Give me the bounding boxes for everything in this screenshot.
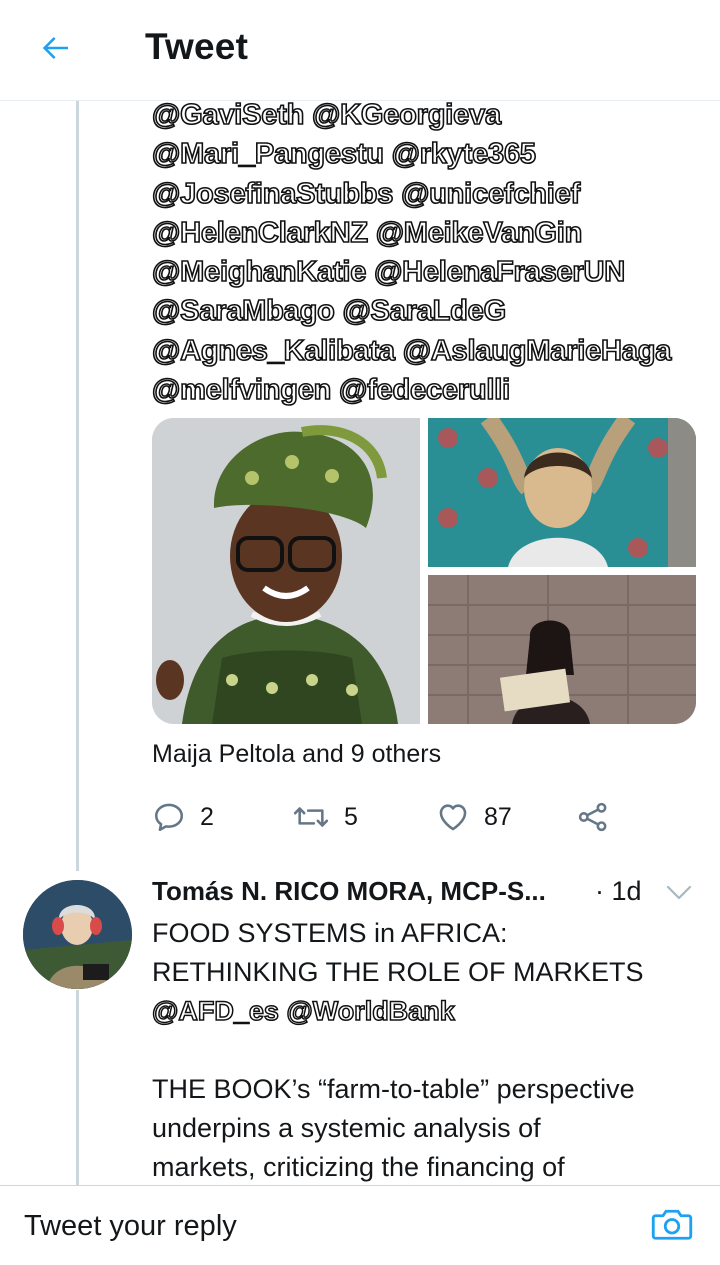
- page-title: Tweet: [145, 26, 249, 67]
- share-button[interactable]: [576, 795, 610, 839]
- reply-icon: [154, 803, 184, 832]
- liked-by-text[interactable]: Maija Peltola and 9 others: [152, 740, 441, 769]
- mention-line[interactable]: @SaraMbago @SaraLdeG: [151, 292, 712, 331]
- reply-button[interactable]: 2: [152, 795, 214, 839]
- mention-line[interactable]: @JosefinaStubbs @unicefchief: [151, 175, 712, 214]
- back-button[interactable]: [34, 26, 78, 70]
- thread-connector-line: [76, 101, 79, 871]
- reply-tweet-text: FOOD SYSTEMS in AFRICA: RETHINKING THE R…: [151, 914, 712, 1187]
- retweet-button[interactable]: 5: [292, 795, 358, 839]
- avatar[interactable]: [23, 880, 132, 989]
- text-line: THE BOOK’s “farm-to-table” perspective: [152, 1074, 635, 1104]
- mention-line[interactable]: @Agnes_Kalibata @AslaugMarieHaga: [151, 332, 712, 371]
- reply-composer: [0, 1185, 720, 1265]
- text-line: FOOD SYSTEMS in AFRICA:: [152, 918, 508, 948]
- reply-input[interactable]: [24, 1204, 584, 1248]
- retweet-icon: [293, 807, 329, 827]
- mention-line[interactable]: @Mari_Pangestu @rkyte365: [151, 135, 712, 174]
- photo-mural[interactable]: [428, 418, 696, 567]
- mention-line[interactable]: @GaviSeth @KGeorgieva: [151, 96, 712, 135]
- camera-icon: [651, 1209, 693, 1240]
- text-line: underpins a systemic analysis of: [152, 1113, 541, 1143]
- media-grid: [152, 418, 696, 724]
- mention-line[interactable]: @melfvingen @fedecerulli: [151, 371, 712, 410]
- camera-button[interactable]: [648, 1200, 696, 1248]
- retweet-count: 5: [344, 802, 358, 831]
- share-icon: [578, 802, 607, 832]
- mention-line[interactable]: @HelenClarkNZ @MeikeVanGin: [151, 214, 712, 253]
- reply-timestamp: · 1d: [595, 876, 642, 906]
- text-line: markets, criticizing the financing of: [152, 1152, 565, 1182]
- photo-woman-reading[interactable]: [428, 575, 696, 724]
- thread-connector-line-lower: [76, 990, 79, 1185]
- tweet-actions: 2 5 87: [152, 795, 622, 839]
- photo-girl-headwrap[interactable]: [152, 418, 420, 724]
- mention-line[interactable]: @MeighanKatie @HelenaFraserUN: [151, 253, 712, 292]
- arrow-left-icon: [42, 37, 68, 59]
- text-line: RETHINKING THE ROLE OF MARKETS: [152, 957, 644, 987]
- like-count: 87: [484, 802, 512, 831]
- tweet-options-button[interactable]: [662, 878, 696, 908]
- tweet-mentions: @GaviSeth @KGeorgieva @Mari_Pangestu @rk…: [151, 96, 712, 410]
- reply-author-name[interactable]: Tomás N. RICO MORA, MCP-S...: [152, 876, 546, 907]
- heart-icon: [439, 804, 467, 831]
- like-button[interactable]: 87: [436, 795, 512, 839]
- reply-count: 2: [200, 802, 214, 831]
- chevron-down-icon: [666, 885, 692, 900]
- mention-line[interactable]: @AFD_es @WorldBank: [151, 992, 712, 1031]
- top-bar: Tweet: [0, 0, 720, 101]
